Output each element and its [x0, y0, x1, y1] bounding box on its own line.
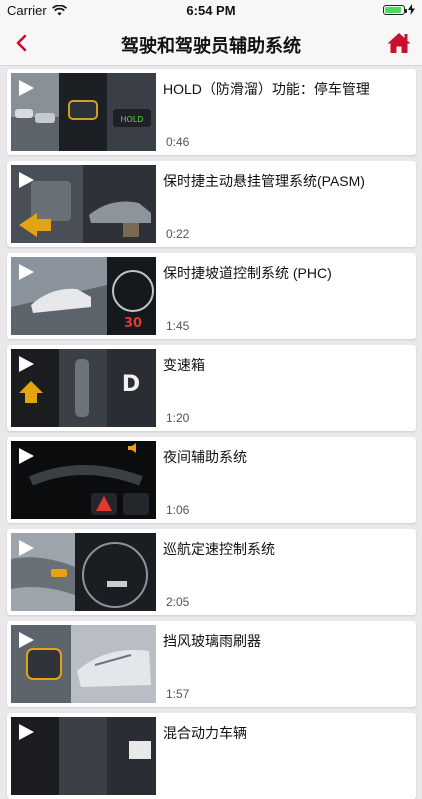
video-list-item[interactable]: 保时捷主动悬挂管理系统(PASM) 0:22: [7, 161, 416, 247]
video-title: HOLD（防滑溜）功能：停车管理: [163, 81, 370, 97]
video-title: 挡风玻璃雨刷器: [163, 633, 261, 649]
back-button[interactable]: [10, 31, 34, 55]
video-thumbnail: [11, 717, 156, 795]
video-thumbnail: [11, 625, 156, 703]
play-icon: [19, 448, 34, 464]
battery-group: [383, 4, 415, 15]
video-duration: 1:57: [166, 687, 190, 701]
video-list-item[interactable]: HOLD HOLD（防滑溜）功能：停车管理 0:46: [7, 69, 416, 155]
chevron-left-icon: [16, 34, 27, 52]
video-title: 保时捷主动悬挂管理系统(PASM): [163, 173, 365, 189]
page-title: 驾驶和驾驶员辅助系统: [121, 36, 301, 56]
thumb-gear-label: D: [122, 372, 140, 397]
battery-level: [385, 6, 401, 13]
video-thumbnail: [11, 441, 156, 519]
video-duration: 1:06: [166, 503, 190, 517]
video-duration: 0:22: [166, 227, 190, 241]
play-icon: [19, 80, 34, 96]
battery-icon: [383, 4, 407, 15]
home-icon: [387, 33, 411, 53]
charging-bolt-icon: [408, 4, 415, 15]
video-thumbnail: [11, 533, 156, 611]
video-duration: 2:05: [166, 595, 190, 609]
thumb-hold-label: HOLD: [121, 115, 144, 124]
video-title: 巡航定速控制系统: [163, 541, 275, 557]
video-list-item[interactable]: 夜间辅助系统 1:06: [7, 437, 416, 523]
video-title: 夜间辅助系统: [163, 449, 247, 465]
thumb-speed-label: 30: [124, 316, 142, 331]
play-icon: [19, 632, 34, 648]
video-list-item[interactable]: 巡航定速控制系统 2:05: [7, 529, 416, 615]
video-duration: 0:46: [166, 135, 190, 149]
play-icon: [19, 540, 34, 556]
clock: 6:54 PM: [186, 3, 236, 18]
video-title: 混合动力车辆: [163, 725, 247, 741]
video-list-item[interactable]: D 变速箱 1:20: [7, 345, 416, 431]
video-duration: 1:20: [166, 411, 190, 425]
video-list-item[interactable]: 挡风玻璃雨刷器 1:57: [7, 621, 416, 707]
status-bar: Carrier 6:54 PM: [0, 0, 422, 22]
video-title: 保时捷坡道控制系统 (PHC): [163, 265, 332, 281]
video-thumbnail: [11, 165, 156, 243]
video-title: 变速箱: [163, 357, 205, 373]
video-thumbnail: 30: [11, 257, 156, 335]
home-button[interactable]: [386, 30, 412, 56]
video-duration: 1:45: [166, 319, 190, 333]
video-list-item[interactable]: 30 保时捷坡道控制系统 (PHC) 1:45: [7, 253, 416, 339]
play-icon: [19, 356, 34, 372]
navigation-bar: 驾驶和驾驶员辅助系统: [0, 22, 422, 66]
video-thumbnail: D: [11, 349, 156, 427]
play-icon: [19, 172, 34, 188]
play-icon: [19, 264, 34, 280]
video-thumbnail: HOLD: [11, 73, 156, 151]
video-list-item[interactable]: 混合动力车辆: [7, 713, 416, 799]
play-icon: [19, 724, 34, 740]
